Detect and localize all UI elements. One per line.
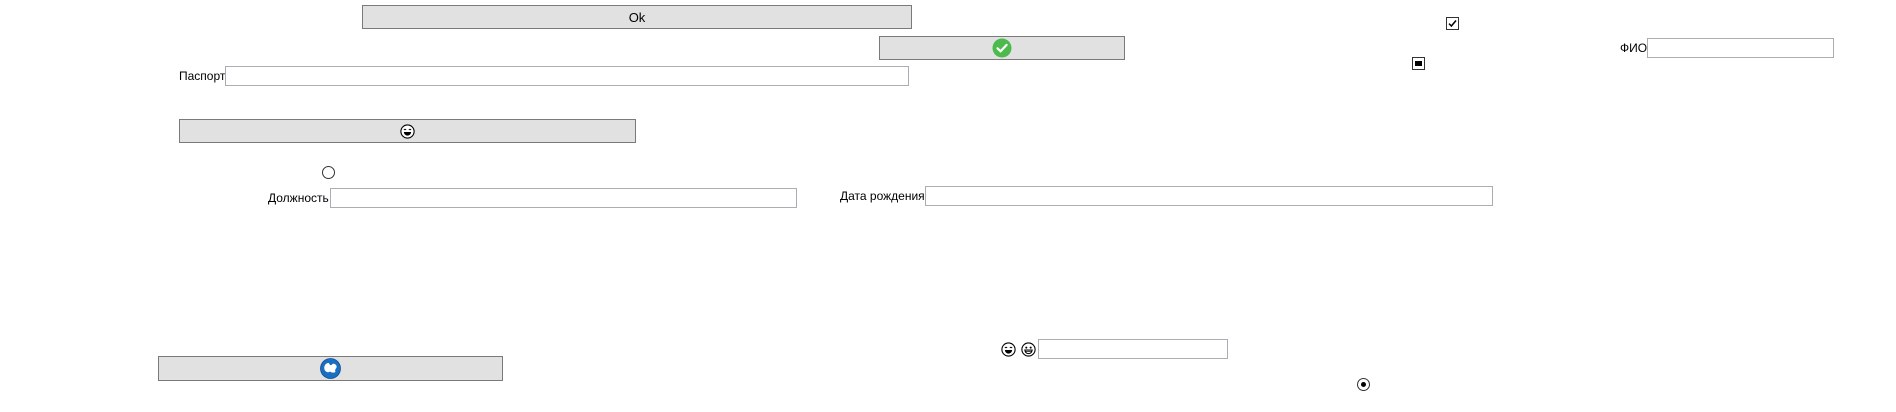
confirm-button[interactable] bbox=[879, 36, 1125, 60]
check-circle-icon bbox=[992, 38, 1012, 58]
position-field[interactable] bbox=[330, 188, 797, 208]
grinning-face-icon bbox=[1021, 342, 1036, 357]
laughing-face-icon bbox=[1001, 342, 1016, 357]
radio-unselected[interactable] bbox=[322, 166, 335, 179]
emoji-field[interactable] bbox=[1038, 339, 1228, 359]
indeterminate-checkbox[interactable] bbox=[1412, 57, 1425, 70]
checkmark-icon bbox=[1448, 20, 1457, 28]
birthdate-field[interactable] bbox=[925, 186, 1493, 206]
radio-dot-icon bbox=[1361, 382, 1366, 387]
passport-field[interactable] bbox=[225, 66, 909, 86]
ok-button[interactable]: Ok bbox=[362, 5, 912, 29]
fio-label: ФИО bbox=[1620, 41, 1648, 55]
birthdate-label: Дата рождения bbox=[840, 189, 925, 203]
globe-button[interactable] bbox=[158, 356, 503, 381]
checked-checkbox[interactable] bbox=[1446, 17, 1459, 30]
laughing-face-icon bbox=[400, 123, 415, 139]
emoji-button[interactable] bbox=[179, 119, 636, 143]
blue-globe-icon bbox=[320, 358, 341, 379]
radio-selected[interactable] bbox=[1357, 378, 1370, 391]
indeterminate-mark-icon bbox=[1415, 61, 1422, 66]
fio-field[interactable] bbox=[1647, 38, 1834, 58]
ok-button-label: Ok bbox=[628, 9, 646, 25]
passport-label: Паспорт bbox=[179, 69, 226, 83]
position-label: Должность bbox=[268, 191, 329, 205]
